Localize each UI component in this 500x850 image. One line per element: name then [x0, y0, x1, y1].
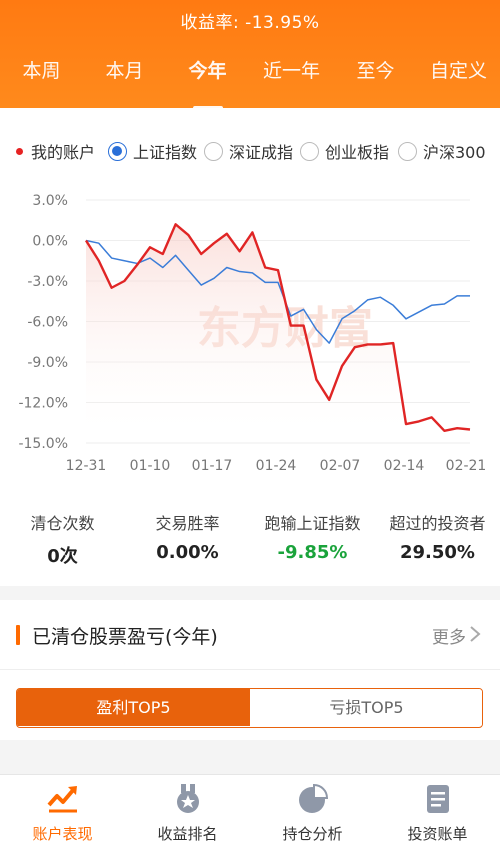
stat-value: -9.85%	[277, 542, 348, 563]
tab-past-year[interactable]: 近一年	[249, 56, 334, 96]
x-tick-label: 02-07	[320, 458, 361, 474]
tab-this-year[interactable]: 今年	[166, 56, 249, 110]
stat-label: 清仓次数	[30, 514, 95, 533]
x-tick-label: 01-10	[130, 458, 171, 474]
y-tick-label: -3.0%	[27, 274, 68, 290]
x-tick-label: 02-14	[384, 458, 425, 474]
red-dot-icon	[16, 147, 23, 155]
radio-icon[interactable]	[300, 141, 319, 161]
chart-legend: 我的账户 上证指数 深证成指 创业板指 沪深300	[0, 138, 500, 164]
nav-account-performance[interactable]: 账户表现	[0, 783, 125, 844]
index-option-label: 上证指数	[133, 143, 198, 162]
section-accent-bar	[16, 625, 20, 645]
performance-card: 我的账户 上证指数 深证成指 创业板指 沪深300 东方财富	[0, 108, 500, 586]
tab-to-date[interactable]: 至今	[334, 56, 417, 96]
x-tick-label: 01-17	[192, 458, 233, 474]
profit-loss-toggle: 盈利TOP5 亏损TOP5	[16, 688, 483, 728]
index-option-label: 沪深300	[423, 143, 486, 162]
index-option-csi300[interactable]: 沪深300	[398, 138, 486, 164]
stat-win-rate: 交易胜率 0.00%	[125, 510, 250, 563]
legend-my-account: 我的账户	[16, 138, 95, 164]
nav-label: 收益排名	[157, 825, 218, 843]
loss-top5-tab[interactable]: 亏损TOP5	[250, 689, 482, 726]
legend-my-account-label: 我的账户	[31, 143, 96, 162]
document-icon	[426, 785, 449, 813]
index-option-label: 创业板指	[325, 143, 390, 162]
y-tick-label: -12.0%	[18, 396, 68, 412]
index-option-label: 深证成指	[229, 143, 294, 162]
section-header: 已清仓股票盈亏(今年) 更多	[0, 600, 500, 670]
stat-beat-investors: 超过的投资者 29.50%	[375, 510, 500, 563]
medal-icon	[176, 784, 199, 813]
stat-value: 0.00%	[156, 542, 219, 563]
nav-label: 账户表现	[32, 825, 93, 843]
stat-closed-count: 清仓次数 0次	[0, 510, 125, 568]
chart-trend-icon	[47, 786, 77, 813]
stat-label: 跑输上证指数	[264, 514, 361, 533]
index-option-sse[interactable]: 上证指数	[108, 138, 197, 164]
index-option-szse[interactable]: 深证成指	[204, 138, 293, 164]
period-tabs: 本周 本月 今年 近一年 至今 自定义	[0, 56, 500, 110]
stat-value: 0次	[47, 546, 78, 567]
y-tick-label: -6.0%	[27, 315, 68, 331]
nav-label: 持仓分析	[282, 825, 343, 843]
chevron-right-icon[interactable]	[466, 624, 484, 644]
radio-selected-icon[interactable]	[108, 141, 127, 161]
section-title: 已清仓股票盈亏(今年)	[32, 626, 218, 648]
nav-return-ranking[interactable]: 收益排名	[125, 783, 250, 844]
stats-row: 清仓次数 0次 交易胜率 0.00% 跑输上证指数 -9.85% 超过的投资者 …	[0, 510, 500, 570]
header: 收益率: -13.95% 本周 本月 今年 近一年 至今 自定义	[0, 0, 500, 110]
y-tick-label: 0.0%	[32, 234, 68, 250]
nav-holdings-analysis[interactable]: 持仓分析	[250, 783, 375, 844]
stat-label: 超过的投资者	[389, 514, 486, 533]
pie-chart-icon	[298, 783, 328, 813]
return-rate-title: 收益率: -13.95%	[180, 13, 320, 33]
tab-month[interactable]: 本月	[83, 56, 166, 96]
x-tick-label: 02-21	[446, 458, 487, 474]
tab-custom[interactable]: 自定义	[417, 56, 500, 96]
y-tick-label: -15.0%	[18, 436, 68, 452]
stat-label: 交易胜率	[155, 514, 220, 533]
stat-value: 29.50%	[400, 542, 475, 563]
radio-icon[interactable]	[204, 141, 223, 161]
profit-top5-tab[interactable]: 盈利TOP5	[17, 689, 250, 726]
return-line-chart[interactable]: 东方财富 3.0%0.0%-3.0%-6.0%-9.0%-12.0%-15.0%…	[0, 188, 500, 488]
nav-investment-bill[interactable]: 投资账单	[375, 783, 500, 844]
y-tick-label: -9.0%	[27, 355, 68, 371]
x-tick-label: 12-31	[66, 458, 107, 474]
index-option-chinext[interactable]: 创业板指	[300, 138, 389, 164]
stat-vs-index: 跑输上证指数 -9.85%	[250, 510, 375, 563]
y-tick-label: 3.0%	[32, 193, 68, 209]
nav-label: 投资账单	[407, 825, 468, 843]
bottom-navigation: 账户表现 收益排名 持仓分析 投资账单	[0, 774, 500, 850]
more-link[interactable]: 更多	[432, 623, 466, 648]
tab-week[interactable]: 本周	[0, 56, 83, 96]
x-tick-label: 01-24	[256, 458, 297, 474]
closed-positions-section: 已清仓股票盈亏(今年) 更多 盈利TOP5 亏损TOP5	[0, 600, 500, 740]
radio-icon[interactable]	[398, 141, 417, 161]
